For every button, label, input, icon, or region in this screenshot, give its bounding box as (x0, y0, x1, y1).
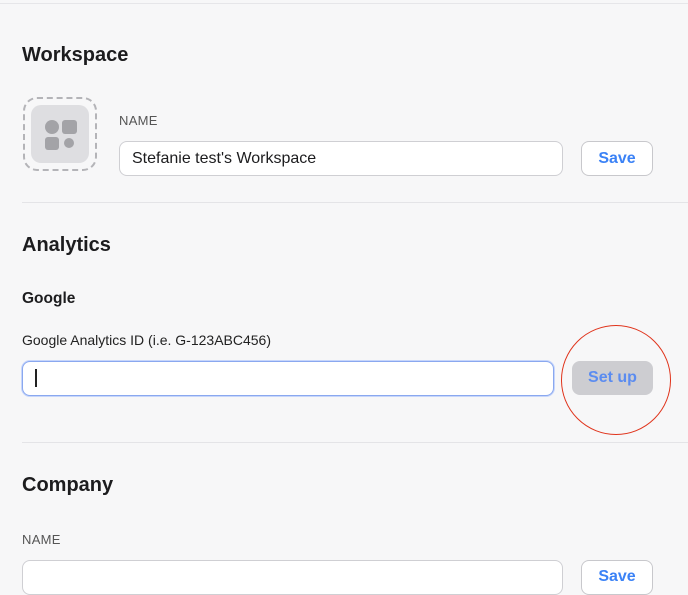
workspace-logo-upload[interactable] (23, 97, 97, 171)
company-name-input[interactable] (22, 560, 563, 595)
company-name-label: NAME (22, 532, 61, 547)
workspace-logo-placeholder (31, 105, 89, 163)
google-analytics-id-input[interactable] (22, 361, 554, 396)
google-heading: Google (22, 290, 76, 307)
text-cursor (35, 369, 37, 387)
section-divider (22, 202, 688, 203)
company-heading: Company (22, 474, 114, 496)
workspace-name-input[interactable] (119, 141, 563, 176)
company-save-button[interactable]: Save (581, 560, 653, 595)
set-up-button[interactable]: Set up (572, 361, 653, 395)
section-divider (22, 442, 688, 443)
workspace-save-button[interactable]: Save (581, 141, 653, 176)
analytics-heading: Analytics (22, 234, 111, 256)
workspace-name-label: NAME (119, 113, 158, 128)
top-divider (0, 3, 688, 4)
apps-icon (45, 120, 77, 150)
google-analytics-id-label: Google Analytics ID (i.e. G-123ABC456) (22, 332, 272, 348)
workspace-heading: Workspace (22, 44, 129, 66)
